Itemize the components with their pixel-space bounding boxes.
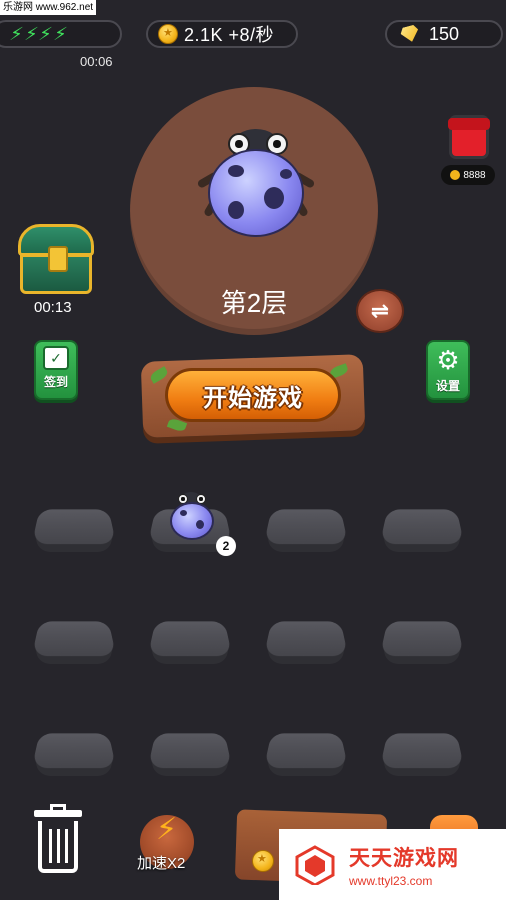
coin-icon	[252, 850, 274, 872]
swap-floor-button[interactable]: ⇌	[356, 289, 404, 333]
grid-slot[interactable]	[147, 618, 233, 666]
trash-icon	[38, 821, 78, 873]
beetle-character	[196, 129, 316, 239]
red-envelope-icon[interactable]	[448, 118, 490, 156]
chest-timer: 00:13	[34, 299, 72, 316]
envelope-reward-value: 8888	[463, 169, 486, 181]
grid-slot[interactable]	[147, 730, 233, 778]
floor-label: 第2层	[220, 288, 288, 318]
gem-amount: 150	[429, 23, 460, 44]
grid-slot[interactable]	[379, 618, 465, 666]
gear-icon: ⚙	[436, 345, 460, 375]
energy-timer: 00:06	[80, 54, 113, 69]
grid-slot[interactable]	[31, 506, 117, 554]
gem-counter: 150	[385, 20, 503, 48]
calendar-check-icon: ✓	[43, 346, 69, 370]
checkin-button[interactable]: ✓ 签到	[34, 340, 78, 400]
coin-icon	[450, 170, 461, 180]
watermark-title: 天天游戏网	[349, 846, 459, 870]
grid-slot[interactable]	[31, 618, 117, 666]
grid-slot[interactable]	[263, 730, 349, 778]
grid-slot[interactable]	[31, 730, 117, 778]
grid-slot[interactable]	[379, 506, 465, 554]
unit-level-badge: 2	[216, 536, 236, 556]
energy-bolt-icon: ⚡	[22, 24, 40, 44]
beetle-unit[interactable]	[168, 492, 214, 540]
energy-bolt-icon: ⚡	[37, 24, 54, 44]
grid-slot[interactable]	[263, 618, 349, 666]
watermark-url: www.ttyl23.com	[349, 873, 433, 888]
envelope-reward-badge: 8888	[441, 165, 495, 185]
start-game-button[interactable]: 开始游戏	[165, 368, 341, 422]
swap-icon: ⇌	[370, 298, 390, 323]
watermark-top-left: 乐游网 www.962.net	[0, 0, 97, 15]
lightning-icon: ⚡	[156, 813, 178, 846]
settings-label: 设置	[435, 379, 460, 393]
energy-bolt-icon: ⚡	[52, 24, 69, 44]
energy-bar: ⚡ ⚡ ⚡ ⚡	[0, 20, 122, 48]
trash-button[interactable]	[34, 804, 82, 874]
coin-icon	[158, 24, 178, 44]
grid-slot[interactable]	[263, 506, 349, 554]
grid-slot[interactable]	[379, 730, 465, 778]
watermark-bottom-right: 天天游戏网 www.ttyl23.com	[279, 829, 506, 900]
watermark-logo-icon	[295, 845, 335, 885]
speed-boost-label: 加速X2	[137, 855, 186, 872]
level-platform: 第2层	[130, 87, 378, 335]
checkin-label: 签到	[43, 375, 68, 389]
coin-counter: 2.1K +8/秒	[146, 20, 298, 48]
coin-amount: 2.1K +8/秒	[184, 25, 275, 45]
gem-icon	[399, 24, 421, 44]
treasure-chest-icon[interactable]	[18, 224, 94, 294]
settings-button[interactable]: ⚙ 设置	[426, 340, 470, 400]
energy-bolt-icon: ⚡	[8, 24, 25, 44]
